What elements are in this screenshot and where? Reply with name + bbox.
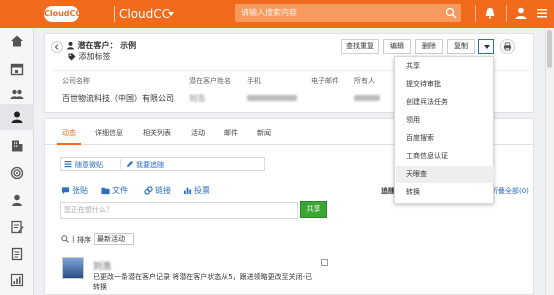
- company-value: 百世物流科技（中国）有限公司: [62, 94, 174, 103]
- sort-select-value: 最新活动: [97, 235, 125, 243]
- edit-doc-icon[interactable]: [10, 220, 24, 234]
- app-switcher-label[interactable]: CloudCC: [119, 6, 170, 22]
- file-tab[interactable]: 文件: [112, 185, 128, 196]
- search-placeholder: 请输入搜索内容: [241, 8, 297, 17]
- divider: [506, 5, 507, 22]
- building-icon[interactable]: [10, 139, 24, 153]
- tab-details[interactable]: 详细信息: [95, 128, 123, 138]
- tab-news[interactable]: 新闻: [257, 128, 271, 138]
- search-icon[interactable]: [61, 235, 69, 243]
- active-tab-indicator: [57, 143, 81, 145]
- sort-label: 排序: [77, 236, 91, 244]
- share-button[interactable]: 共享: [300, 201, 327, 218]
- more-actions-menu: 共享 提交待审批 创建兵法任务 领用 百度搜索 工商信息认证 天眼查 转换: [394, 56, 494, 204]
- tab-email[interactable]: 邮件: [224, 128, 238, 138]
- pencil-icon: [127, 161, 133, 167]
- chevron-left-icon[interactable]: [51, 41, 63, 53]
- printer-icon: [503, 42, 512, 51]
- chat-icon: [61, 187, 70, 195]
- post-input-placeholder: 您正在想什么？: [64, 206, 113, 214]
- owner-value-redacted: [354, 93, 380, 102]
- scrollbar-thumb[interactable]: [547, 30, 552, 68]
- chart-icon[interactable]: [10, 273, 24, 287]
- divider: [114, 6, 115, 22]
- poll-tab[interactable]: 投票: [194, 185, 210, 196]
- copy-button[interactable]: 复制: [447, 39, 475, 54]
- owner-label: 所有人: [354, 77, 375, 85]
- menu-item-baidu-search[interactable]: 百度搜索: [396, 130, 494, 147]
- file-icon: [101, 187, 110, 195]
- chevron-down-icon[interactable]: [168, 12, 174, 16]
- person-icon[interactable]: [10, 193, 24, 207]
- list-icon: [64, 161, 72, 168]
- target-icon[interactable]: [10, 166, 24, 180]
- phone-label: 手机: [247, 77, 261, 85]
- company-label: 公司名称: [62, 77, 90, 85]
- home-icon[interactable]: [10, 34, 24, 48]
- chevron-down-icon: [484, 45, 490, 49]
- app-logo[interactable]: CloudCC: [44, 6, 81, 22]
- menu-item-tianyancha[interactable]: 天眼查: [396, 166, 494, 183]
- menu-item-business-verify[interactable]: 工商信息认证: [396, 148, 494, 165]
- follow-weibo-link[interactable]: 随意微贴: [75, 160, 103, 170]
- scrollbar[interactable]: [545, 28, 554, 295]
- menu-item-share[interactable]: 共享: [396, 58, 494, 75]
- sort-select[interactable]: 最新活动: [94, 233, 134, 245]
- lead-icon: [66, 41, 75, 50]
- delete-button[interactable]: 删除: [415, 39, 443, 54]
- post-input[interactable]: 您正在想什么？: [60, 202, 298, 219]
- phone-value-redacted: [247, 93, 297, 102]
- email-label: 电子邮件: [311, 77, 339, 85]
- calendar-icon[interactable]: [10, 62, 24, 76]
- lead-icon[interactable]: [10, 110, 24, 124]
- print-button[interactable]: [500, 39, 515, 54]
- link-tab[interactable]: 链接: [155, 185, 171, 196]
- tab-activity[interactable]: 活动: [191, 128, 205, 138]
- search-input[interactable]: 请输入搜索内容: [235, 4, 461, 22]
- lead-name-label: 潜在客户姓名: [189, 77, 231, 85]
- menu-item-submit-approval[interactable]: 提交待审批: [396, 76, 494, 93]
- menu-icon[interactable]: [536, 6, 548, 20]
- sort-separator: |: [72, 235, 75, 243]
- record-title: 潜在客户： 示例: [66, 40, 136, 51]
- feed-item-menu-checkbox[interactable]: [321, 259, 328, 266]
- contacts-icon[interactable]: [10, 87, 24, 101]
- document-icon[interactable]: [10, 247, 24, 261]
- edit-button[interactable]: 编辑: [383, 39, 411, 54]
- link-icon: [144, 186, 153, 195]
- user-icon[interactable]: [514, 6, 528, 20]
- feed-author[interactable]: 刘浩: [93, 259, 111, 272]
- lead-name-value: 刘浩: [189, 94, 205, 103]
- tag-icon: [68, 53, 76, 60]
- tab-related[interactable]: 相关列表: [143, 128, 171, 138]
- feed-text: 已更改一条潜在客户记录 将潜在客户状态从5，跟进领略更改至关闭-已转换: [93, 273, 313, 291]
- record-object-label: 潜在客户：: [77, 41, 118, 50]
- collapse-all-link[interactable]: 折叠全部(0): [491, 186, 529, 196]
- add-tag-label: 添加标签: [78, 52, 111, 61]
- add-tag-link[interactable]: 添加标签: [68, 51, 111, 62]
- divider: [475, 5, 476, 22]
- menu-item-convert[interactable]: 转换: [396, 184, 494, 201]
- my-follow-link[interactable]: 我要追随: [136, 160, 164, 170]
- avatar[interactable]: [62, 257, 84, 279]
- find-duplicates-button[interactable]: 查找重复: [341, 39, 379, 54]
- record-name: 示例: [120, 41, 137, 50]
- search-icon[interactable]: [445, 7, 457, 19]
- post-tab[interactable]: 张贴: [72, 185, 88, 196]
- poll-icon: [183, 187, 192, 195]
- tab-feed[interactable]: 动态: [62, 128, 76, 138]
- menu-item-create-task[interactable]: 创建兵法任务: [396, 94, 494, 111]
- more-actions-button[interactable]: [478, 39, 494, 54]
- follow-label-partial[interactable]: 追随: [381, 186, 395, 196]
- top-bar: CloudCC CloudCC 请输入搜索内容: [0, 0, 554, 28]
- menu-item-claim[interactable]: 领用: [396, 112, 494, 129]
- divider: [120, 159, 121, 169]
- bell-icon[interactable]: [483, 6, 497, 20]
